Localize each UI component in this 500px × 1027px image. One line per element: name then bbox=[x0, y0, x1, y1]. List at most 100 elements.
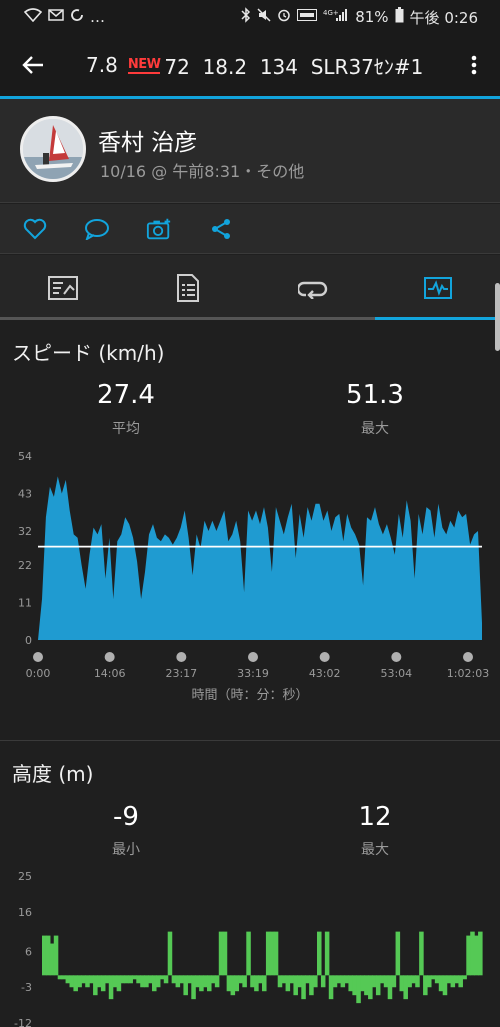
altitude-bar bbox=[273, 931, 279, 976]
y-tick-label: 6 bbox=[25, 945, 32, 958]
tab-charts[interactable] bbox=[375, 255, 500, 320]
speed-chart[interactable]: 0 11 22 32 43 54 0:00 14:06 23:17 33:19 43:02 53:04… bbox=[0, 446, 500, 710]
altitude-bar bbox=[446, 975, 452, 984]
altitude-bar bbox=[305, 975, 310, 984]
tab-bar bbox=[0, 255, 500, 320]
altitude-bar bbox=[163, 975, 169, 984]
status-bar: … 4G+ 81% 午後 0:26 bbox=[0, 0, 500, 34]
tab-underline bbox=[0, 317, 125, 320]
comment-button[interactable] bbox=[84, 216, 110, 242]
share-button[interactable] bbox=[208, 216, 234, 242]
altitude-bar bbox=[85, 975, 90, 988]
speed-max-value: 51.3 bbox=[346, 380, 404, 410]
altitude-bar bbox=[246, 931, 251, 976]
mute-icon bbox=[257, 8, 271, 26]
bluetooth-icon bbox=[241, 7, 251, 27]
altitude-bar bbox=[187, 975, 192, 984]
altitude-bar bbox=[171, 975, 177, 984]
altitude-chart[interactable]: -12 -3 6 16 25 bbox=[0, 866, 500, 1027]
altitude-bar bbox=[313, 975, 318, 988]
x-tick-dot bbox=[319, 652, 330, 662]
x-tick-dot bbox=[391, 652, 402, 662]
altitude-bar bbox=[379, 975, 385, 984]
add-photo-button[interactable] bbox=[146, 216, 172, 242]
svg-text:4G+: 4G+ bbox=[323, 9, 339, 17]
tab-summary[interactable] bbox=[0, 255, 125, 320]
altitude-bar bbox=[49, 943, 55, 976]
y-tick-label: 54 bbox=[18, 450, 32, 463]
altitude-bar bbox=[144, 975, 149, 988]
altitude-bar bbox=[442, 975, 448, 996]
altitude-bar bbox=[77, 975, 82, 988]
x-tick-label: 33:19 bbox=[237, 667, 269, 680]
sync-icon bbox=[70, 8, 84, 26]
altitude-bar bbox=[242, 975, 247, 988]
altitude-bar bbox=[293, 975, 298, 996]
y-tick-label: 22 bbox=[18, 559, 32, 572]
altitude-bar bbox=[69, 975, 75, 988]
altitude-bar bbox=[391, 975, 397, 988]
altitude-bar bbox=[395, 931, 401, 976]
altitude-bar bbox=[203, 975, 208, 988]
share-icon bbox=[212, 218, 230, 239]
tab-details[interactable] bbox=[125, 255, 250, 320]
heart-icon bbox=[23, 218, 47, 239]
speed-area bbox=[38, 476, 482, 640]
altitude-bar bbox=[438, 975, 444, 992]
altitude-bar bbox=[430, 975, 436, 980]
tab-laps[interactable] bbox=[250, 255, 375, 320]
altitude-bar bbox=[344, 975, 350, 984]
altitude-bar bbox=[132, 975, 137, 980]
altitude-bar bbox=[478, 931, 483, 976]
altitude-bar bbox=[332, 975, 338, 988]
tab-underline bbox=[250, 317, 375, 320]
x-tick-label: 43:02 bbox=[309, 667, 341, 680]
activity-title: 7.8 NEW 72 18.2 134 SLR37ｾﾝ#1 bbox=[66, 51, 448, 80]
altitude-bar bbox=[97, 975, 102, 988]
clock: 午後 0:26 bbox=[409, 8, 478, 27]
details-icon bbox=[176, 273, 199, 302]
x-tick-label: 53:04 bbox=[380, 667, 412, 680]
altitude-bar bbox=[301, 975, 306, 1000]
altitude-bar bbox=[474, 935, 479, 976]
more-options-button[interactable] bbox=[448, 34, 500, 96]
altitude-bar bbox=[407, 975, 412, 988]
altitude-bar bbox=[175, 975, 181, 988]
altitude-bar bbox=[81, 975, 86, 984]
user-name[interactable]: 香村 治彦 bbox=[98, 123, 197, 157]
altitude-bar bbox=[466, 935, 471, 976]
altitude-bar bbox=[210, 975, 216, 984]
activity-meta: 10/16 @ 午前8:31・その他 bbox=[100, 162, 305, 181]
alarm-icon bbox=[277, 8, 291, 26]
altitude-bar bbox=[258, 975, 263, 984]
altitude-bar bbox=[458, 975, 463, 988]
like-button[interactable] bbox=[22, 216, 48, 242]
x-tick-dot bbox=[248, 652, 258, 662]
altitude-bar bbox=[297, 975, 302, 988]
x-tick-label: 0:00 bbox=[26, 667, 51, 680]
app-bar: 7.8 NEW 72 18.2 134 SLR37ｾﾝ#1 bbox=[0, 34, 500, 96]
section-divider bbox=[0, 740, 500, 741]
y-tick-label: 43 bbox=[18, 487, 32, 500]
altitude-bar bbox=[360, 975, 365, 992]
altitude-bar bbox=[167, 931, 173, 976]
altitude-bar bbox=[324, 931, 330, 976]
altitude-bar bbox=[140, 975, 145, 988]
altitude-bar bbox=[415, 975, 420, 988]
altitude-max-value: 12 bbox=[358, 802, 392, 832]
x-tick-dot bbox=[176, 652, 187, 662]
altitude-bar bbox=[124, 975, 130, 984]
altitude-title: 高度 (m) bbox=[12, 762, 94, 786]
x-tick-label: 14:06 bbox=[94, 667, 126, 680]
back-button[interactable] bbox=[0, 34, 66, 96]
altitude-bar bbox=[152, 975, 157, 992]
altitude-bar bbox=[104, 975, 110, 984]
altitude-bar bbox=[375, 975, 381, 996]
altitude-bar bbox=[89, 975, 94, 984]
scrollbar-thumb[interactable] bbox=[495, 283, 500, 351]
altitude-bar bbox=[411, 975, 416, 984]
avatar[interactable] bbox=[20, 116, 86, 182]
altitude-bar bbox=[61, 975, 67, 980]
altitude-bar bbox=[226, 975, 232, 992]
y-tick-label: 16 bbox=[18, 906, 32, 919]
